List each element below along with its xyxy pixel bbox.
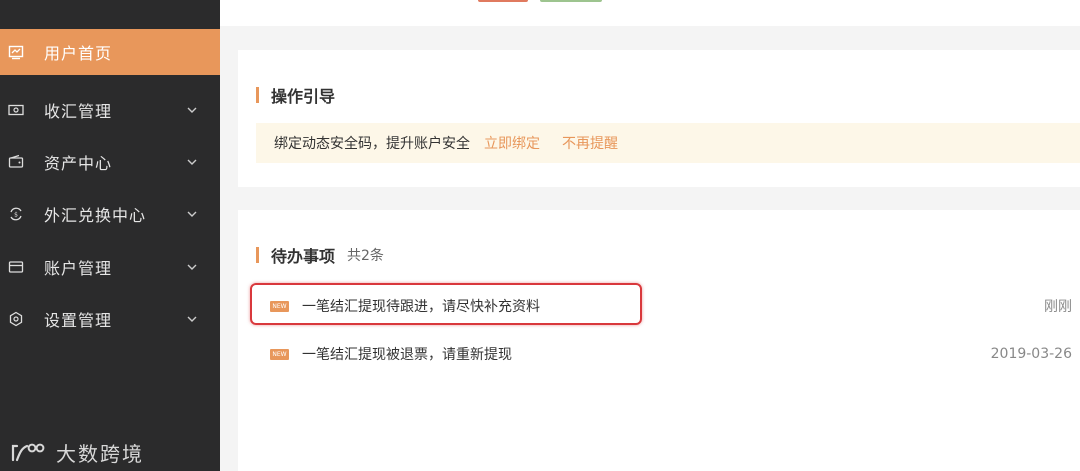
header-button-green[interactable] (540, 0, 602, 2)
new-badge: NEW (270, 348, 289, 360)
header-button-red[interactable] (478, 0, 528, 2)
new-badge: NEW (270, 300, 289, 312)
exchange-icon: $ (8, 206, 24, 222)
chart-icon (8, 44, 24, 60)
brand-text: 大数跨境 (56, 441, 144, 466)
money-icon (8, 102, 24, 118)
todo-item-time: 2019-03-26 (990, 346, 1072, 362)
sidebar-item-fx-exchange[interactable]: $ 外汇兑换中心 (0, 191, 220, 237)
sidebar-item-label: 账户管理 (44, 259, 113, 278)
dismiss-link[interactable]: 不再提醒 (562, 133, 618, 153)
wallet-icon (8, 154, 24, 170)
section-title: 操作引导 (256, 83, 335, 107)
sidebar-item-collection[interactable]: 收汇管理 (0, 87, 220, 133)
todo-item-text: 一笔结汇提现被退票，请重新提现 (302, 347, 512, 363)
sidebar-item-account[interactable]: 账户管理 (0, 244, 220, 290)
todo-item-text: 一笔结汇提现待跟进，请尽快补充资料 (302, 299, 540, 315)
todo-card: 待办事项 共2条 NEW 一笔结汇提现待跟进，请尽快补充资料 刚刚 NEW 一笔… (238, 210, 1080, 471)
sidebar-item-label: 收汇管理 (44, 102, 113, 121)
todo-count: 共2条 (347, 248, 384, 264)
chevron-down-icon (187, 211, 197, 217)
todo-item[interactable]: NEW 一笔结汇提现被退票，请重新提现 2019-03-26 (238, 339, 1080, 369)
svg-text:$: $ (14, 212, 18, 219)
gear-icon (8, 311, 24, 327)
sidebar: 用户首页 收汇管理 资产中心 $ 外汇兑换中心 账户管理 设置管理 大数跨境 (0, 0, 220, 471)
notice-text: 绑定动态安全码，提升账户安全 (274, 136, 470, 152)
chevron-down-icon (187, 316, 197, 322)
sidebar-item-label: 用户首页 (44, 44, 113, 63)
chevron-down-icon (187, 159, 197, 165)
title-accent-bar (256, 247, 259, 263)
todo-title: 待办事项 (271, 247, 336, 266)
sidebar-item-label: 外汇兑换中心 (44, 206, 147, 225)
top-header (220, 0, 1080, 26)
title-accent-bar (256, 87, 259, 103)
1688-logo (11, 443, 45, 462)
card-icon (8, 259, 24, 275)
sidebar-item-assets[interactable]: 资产中心 (0, 139, 220, 185)
todo-item-time: 刚刚 (1044, 299, 1072, 315)
sidebar-item-home[interactable]: 用户首页 (0, 29, 220, 75)
sidebar-item-label: 资产中心 (44, 154, 113, 173)
chevron-down-icon (187, 264, 197, 270)
operation-guide-card: 操作引导 绑定动态安全码，提升账户安全 立即绑定 不再提醒 (238, 50, 1080, 187)
brand-watermark: 大数跨境 (10, 436, 144, 468)
todo-item[interactable]: NEW 一笔结汇提现待跟进，请尽快补充资料 刚刚 (238, 291, 1080, 321)
guide-title: 操作引导 (271, 87, 336, 106)
bind-now-link[interactable]: 立即绑定 (484, 133, 540, 153)
security-notice: 绑定动态安全码，提升账户安全 立即绑定 不再提醒 (256, 123, 1080, 163)
chevron-down-icon (187, 107, 197, 113)
sidebar-item-label: 设置管理 (44, 311, 113, 330)
section-title: 待办事项 共2条 (256, 243, 384, 267)
sidebar-item-settings[interactable]: 设置管理 (0, 296, 220, 342)
